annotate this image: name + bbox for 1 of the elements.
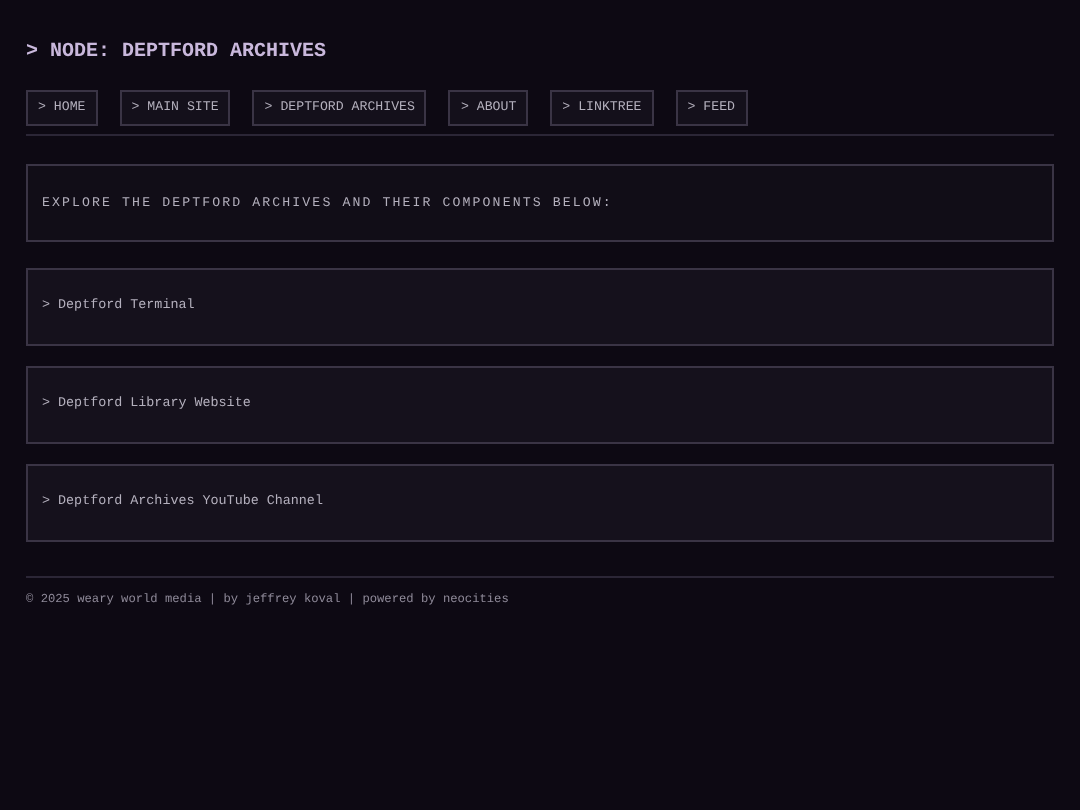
page-title: > NODE: DEPTFORD ARCHIVES: [26, 40, 329, 68]
